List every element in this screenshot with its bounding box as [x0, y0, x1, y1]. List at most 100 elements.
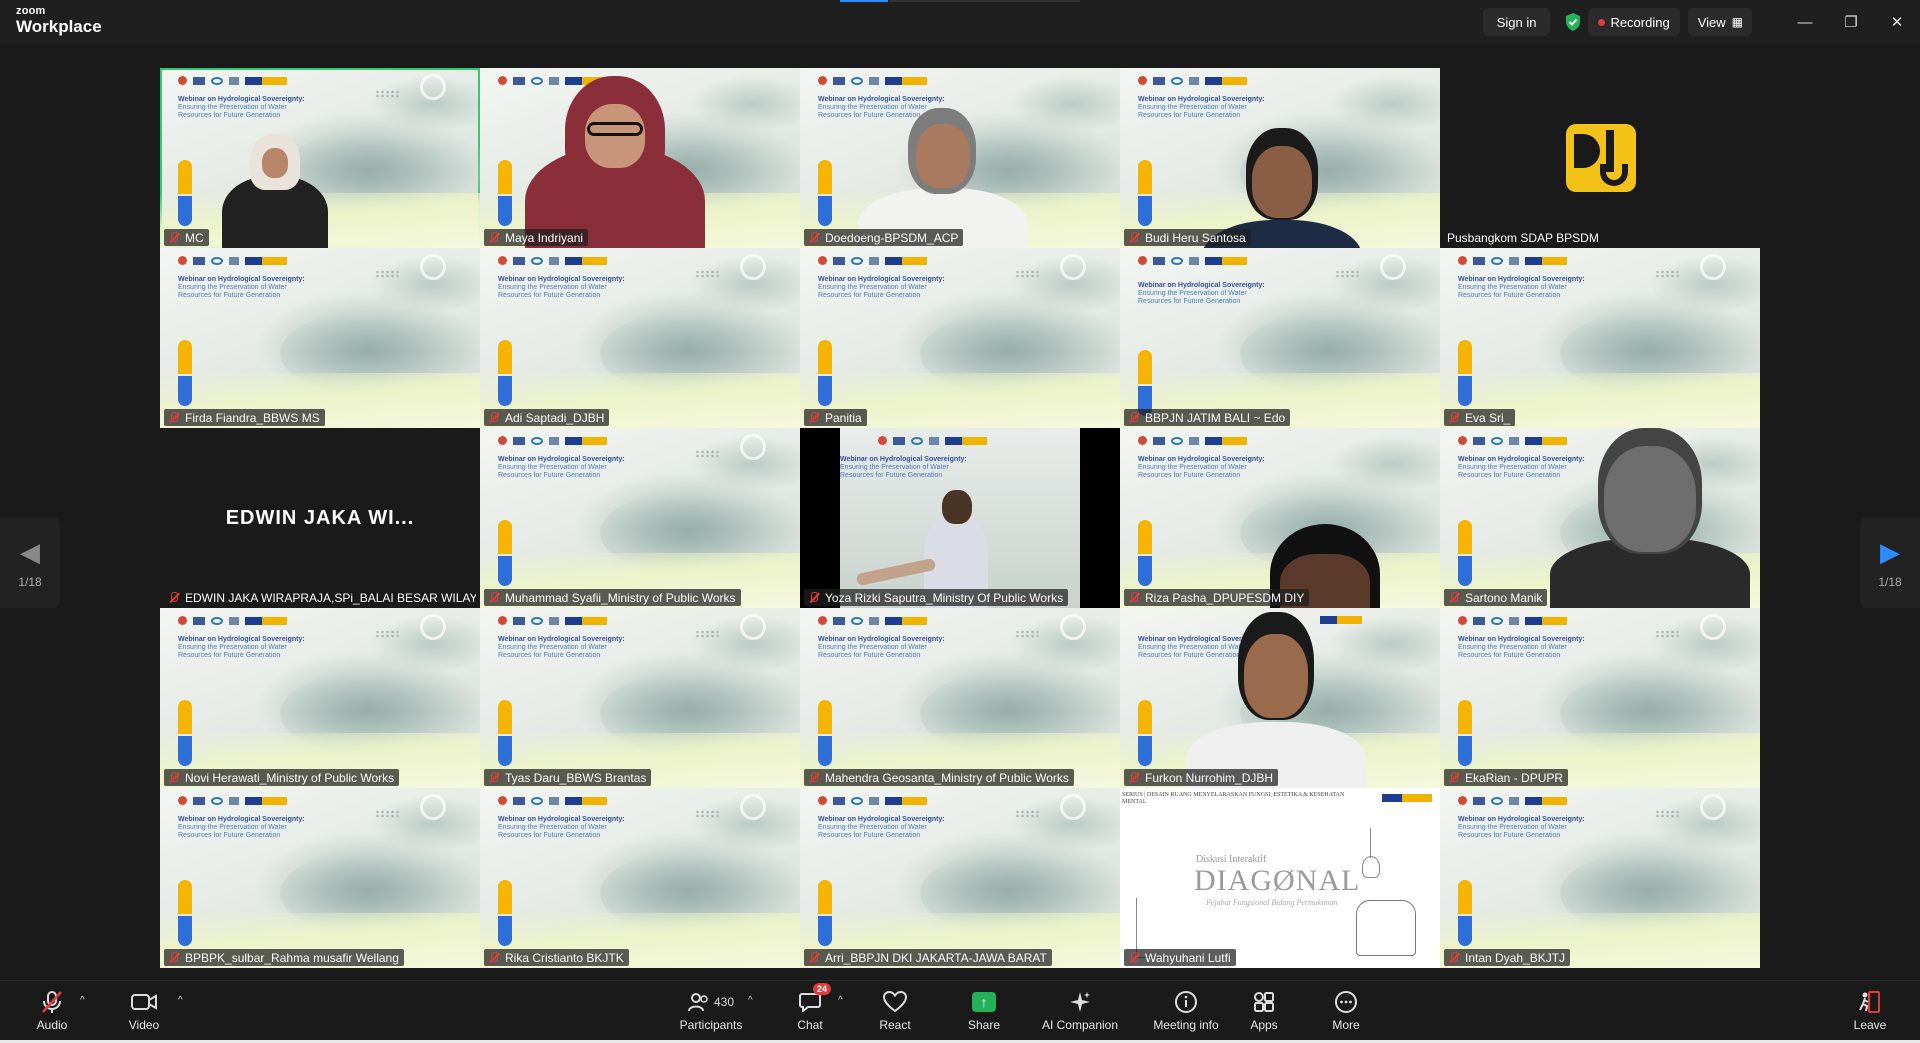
restore-icon[interactable]: ❐ — [1828, 13, 1874, 31]
previous-page-button[interactable]: ◀ 1/18 — [0, 518, 60, 608]
meeting-toolbar: Audio ^ Video ^ 430 Participants ^ 24 Ch… — [0, 980, 1920, 1043]
participant-tile[interactable]: Webinar on Hydrological Sovereignty: Ensu… — [480, 428, 800, 608]
recording-indicator[interactable]: Recording — [1588, 8, 1680, 36]
slide-title: Webinar on Hydrological Sovereignty: — [498, 276, 625, 283]
participant-tile[interactable]: Pusbangkom SDAP BPSDM — [1440, 68, 1760, 248]
participant-tile[interactable]: Webinar on Hydrological Sovereignty: Ensu… — [160, 68, 480, 248]
video-button[interactable]: Video — [104, 989, 184, 1032]
page-indicator-right: 1/18 — [1878, 575, 1902, 589]
mic-muted-icon — [1127, 771, 1140, 784]
slide-subtitle: Resources for Future Generation — [840, 472, 943, 479]
slide-title: Webinar on Hydrological Sovereignty: — [178, 636, 305, 643]
participant-tile[interactable]: Webinar on Hydrological Sovereignty: Ensu… — [800, 248, 1120, 428]
participants-options-caret-icon[interactable]: ^ — [748, 995, 753, 1006]
video-options-caret-icon[interactable]: ^ — [178, 995, 183, 1006]
participant-name: Doedoeng-BPSDM_ACP — [804, 229, 964, 246]
slide-subtitle: Ensuring the Preservation of Water — [498, 824, 607, 831]
participant-name: EkaRian - DPUPR — [1444, 769, 1569, 786]
slide-title: Webinar on Hydrological Sovereignty: — [1458, 816, 1585, 823]
participant-name: Eva Sri_ — [1444, 409, 1516, 426]
participant-tile[interactable]: Webinar on Hydrological Sovereignty: Ensu… — [1440, 428, 1760, 608]
participant-tile[interactable]: Webinar on Hydrological Sovereignty: Ensu… — [480, 248, 800, 428]
video-gallery: ◀ 1/18 ▶ 1/18 Webinar on Hydrological So… — [0, 44, 1920, 980]
audio-label: Audio — [36, 1018, 68, 1032]
drag-handle[interactable] — [840, 0, 888, 2]
participant-tile[interactable]: Webinar on Hydrological Sovereignty: Ensu… — [1440, 248, 1760, 428]
slide-subtitle: Ensuring the Preservation of Water — [498, 464, 607, 471]
chat-label: Chat — [797, 1018, 823, 1032]
slide-subtitle: Resources for Future Generation — [498, 292, 601, 299]
leave-button[interactable]: Leave — [1830, 989, 1910, 1032]
participant-tile[interactable]: Webinar on Hydrological Sovereignty: Ensu… — [800, 608, 1120, 788]
slide-subtitle: Resources for Future Generation — [818, 292, 921, 299]
ai-companion-button[interactable]: AI Companion — [1030, 989, 1130, 1032]
camera-icon — [131, 989, 157, 1015]
participant-name: Arri_BBPJN DKI JAKARTA-JAWA BARAT — [804, 949, 1052, 966]
page-indicator-left: 1/18 — [18, 575, 42, 589]
more-label: More — [1332, 1018, 1360, 1032]
participant-tile[interactable]: Webinar on Hydrological Sovereignty: Ensu… — [800, 68, 1120, 248]
participant-tile[interactable]: Webinar on Hydrological Sovereignty: Ensu… — [160, 608, 480, 788]
heart-icon — [883, 989, 907, 1015]
participant-name: Maya Indriyani — [484, 229, 589, 246]
react-label: React — [879, 1018, 911, 1032]
mic-muted-icon — [807, 231, 820, 244]
slide-subtitle: Resources for Future Generation — [1138, 112, 1241, 119]
participant-tile[interactable]: Webinar on Hydrological Sovereignty: Ensu… — [1120, 68, 1440, 248]
meeting-info-button[interactable]: Meeting info — [1136, 989, 1236, 1032]
participant-tile[interactable]: Webinar on Hydrological Sovereignty: Ensu… — [160, 248, 480, 428]
video-label: Video — [128, 1018, 160, 1032]
share-screen-button[interactable]: ↑ Share — [944, 989, 1024, 1032]
close-icon[interactable]: ✕ — [1874, 13, 1920, 31]
participant-name: Firda Fiandra_BBWS MS — [164, 409, 325, 426]
participants-label: Participants — [679, 1018, 743, 1032]
slide-title: Webinar on Hydrological Sovereignty: — [1458, 276, 1585, 283]
participant-name: Yoza Rizki Saputra_Ministry Of Public Wo… — [804, 589, 1069, 606]
minimize-icon[interactable]: — — [1782, 14, 1828, 31]
participant-tile[interactable]: Webinar on Hydrological Sovereignty: Ensu… — [480, 608, 800, 788]
participant-tile[interactable]: Webinar on Hydrological Sovereignty: Ensu… — [1120, 428, 1440, 608]
more-icon — [1334, 989, 1358, 1015]
audio-options-caret-icon[interactable]: ^ — [80, 995, 85, 1006]
participant-tile[interactable]: Webinar on Hydrological Sovereignty: Ensu… — [1440, 608, 1760, 788]
participant-tile[interactable]: Webinar on Hydrological Sovereignty: Ensu… — [1440, 788, 1760, 968]
more-button[interactable]: More — [1306, 989, 1386, 1032]
next-page-button[interactable]: ▶ 1/18 — [1860, 518, 1920, 608]
sign-in-button[interactable]: Sign in — [1482, 8, 1551, 36]
mic-muted-icon — [1127, 231, 1140, 244]
chat-options-caret-icon[interactable]: ^ — [838, 995, 843, 1006]
mic-muted-icon — [167, 951, 180, 964]
mic-muted-icon — [167, 591, 180, 604]
react-button[interactable]: React — [855, 989, 935, 1032]
mic-muted-icon — [41, 989, 63, 1015]
slide-subtitle: Resources for Future Generation — [1458, 292, 1561, 299]
participant-tile[interactable]: Webinar on Hydrological Sovereignty: Ensu… — [160, 788, 480, 968]
slide-subtitle: Resources for Future Generation — [1458, 832, 1561, 839]
participant-tile[interactable]: EDWIN JAKA WI... EDWIN JAKA WIRAPRAJA,SP… — [160, 428, 480, 608]
slide-subtitle: Ensuring the Preservation of Water — [1458, 644, 1567, 651]
apps-button[interactable]: Apps — [1224, 989, 1304, 1032]
participant-tile[interactable]: Webinar on Hydrological Sovereignty: Ensu… — [800, 788, 1120, 968]
participants-button[interactable]: 430 Participants — [661, 989, 761, 1032]
slide-title: Webinar on Hydrological Sovereignty: — [818, 816, 945, 823]
slide-subtitle: Ensuring the Preservation of Water — [178, 644, 287, 651]
slide-subtitle: Resources for Future Generation — [1458, 652, 1561, 659]
participant-tile[interactable]: Webinar on Hydrological Sovereignty: Ensu… — [1120, 608, 1440, 788]
shield-icon[interactable] — [1564, 12, 1582, 32]
mic-muted-icon — [1127, 951, 1140, 964]
slide-subtitle: Ensuring the Preservation of Water — [178, 284, 287, 291]
view-button[interactable]: View ▦ — [1687, 8, 1752, 36]
participant-tile[interactable]: SERIUS | DESAIN RUANG MENYELARASKAN FUNG… — [1120, 788, 1440, 968]
participant-tile[interactable]: Webinar on Hydrological Sovereignty: Ensu… — [480, 788, 800, 968]
sparkle-icon — [1068, 989, 1092, 1015]
slide-title: Webinar on Hydrological Sovereignty: — [1458, 636, 1585, 643]
participant-tile[interactable]: Maya Indriyani — [480, 68, 800, 248]
participant-name: Muhammad Syafii_Ministry of Public Works — [484, 589, 741, 606]
participant-tile[interactable]: Webinar on Hydrological Sovereignty: Ensu… — [1120, 248, 1440, 428]
slide-subtitle: Ensuring the Preservation of Water — [818, 644, 927, 651]
mic-muted-icon — [487, 591, 500, 604]
slide-subtitle: Resources for Future Generation — [498, 652, 601, 659]
slide-subtitle: Ensuring the Preservation of Water — [1458, 824, 1567, 831]
participant-tile[interactable]: Webinar on Hydrological Sovereignty: Ensu… — [800, 428, 1120, 608]
apps-label: Apps — [1250, 1018, 1278, 1032]
